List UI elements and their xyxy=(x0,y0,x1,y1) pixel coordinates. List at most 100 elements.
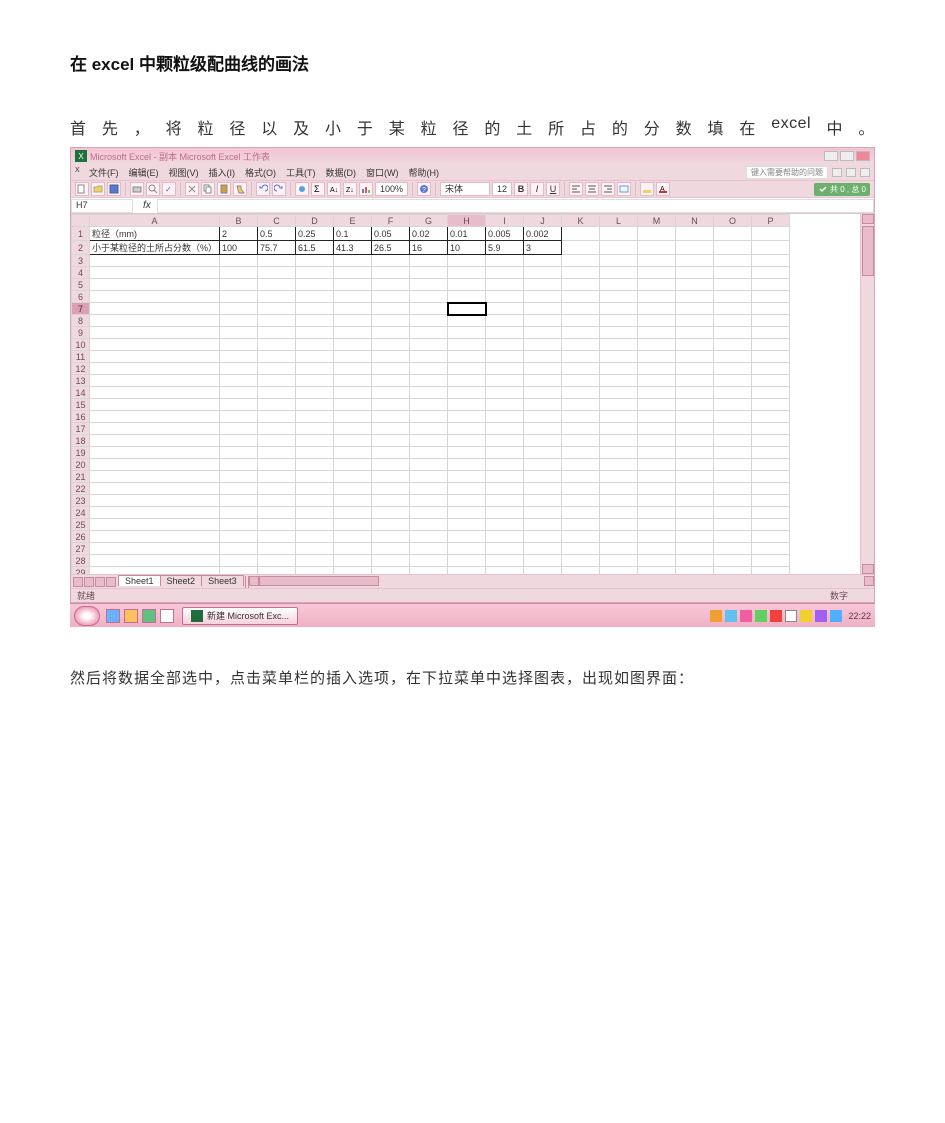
prev-sheet-button[interactable] xyxy=(84,577,94,587)
cell[interactable] xyxy=(220,543,258,555)
cell[interactable] xyxy=(638,315,676,327)
cell[interactable] xyxy=(676,543,714,555)
cell[interactable] xyxy=(296,339,334,351)
fx-label[interactable]: fx xyxy=(143,200,151,211)
column-header[interactable]: D xyxy=(296,215,334,227)
cell[interactable] xyxy=(296,279,334,291)
row-header[interactable]: 12 xyxy=(72,363,90,375)
cell[interactable] xyxy=(676,279,714,291)
cell[interactable] xyxy=(600,255,638,267)
cell[interactable] xyxy=(90,387,220,399)
cell[interactable] xyxy=(334,363,372,375)
cell[interactable] xyxy=(334,507,372,519)
cell[interactable] xyxy=(714,459,752,471)
spreadsheet-grid[interactable]: ABCDEFGHIJKLMNOP1粒径（mm)20.50.250.10.050.… xyxy=(71,214,860,574)
cell[interactable] xyxy=(676,459,714,471)
cell[interactable] xyxy=(90,507,220,519)
cell[interactable] xyxy=(90,459,220,471)
row-header[interactable]: 4 xyxy=(72,267,90,279)
cell[interactable] xyxy=(638,291,676,303)
cell[interactable] xyxy=(676,267,714,279)
cell[interactable] xyxy=(448,363,486,375)
menu-item[interactable]: 编辑(E) xyxy=(129,168,159,178)
tray-icon[interactable] xyxy=(755,610,767,622)
cell[interactable]: 0.05 xyxy=(372,227,410,241)
row-header[interactable]: 9 xyxy=(72,327,90,339)
cell[interactable] xyxy=(372,531,410,543)
column-header[interactable]: K xyxy=(562,215,600,227)
horizontal-scroll-thumb[interactable] xyxy=(259,576,379,586)
cell[interactable] xyxy=(220,483,258,495)
column-header[interactable]: F xyxy=(372,215,410,227)
cell[interactable] xyxy=(372,435,410,447)
cell[interactable] xyxy=(296,315,334,327)
cell[interactable] xyxy=(334,495,372,507)
cell[interactable] xyxy=(752,471,790,483)
cell[interactable] xyxy=(638,255,676,267)
row-header[interactable]: 14 xyxy=(72,387,90,399)
cell[interactable] xyxy=(714,255,752,267)
cell[interactable] xyxy=(90,375,220,387)
paste-icon[interactable] xyxy=(217,182,231,196)
cell[interactable] xyxy=(410,435,448,447)
cell[interactable] xyxy=(638,267,676,279)
cell[interactable] xyxy=(562,339,600,351)
cell[interactable] xyxy=(334,399,372,411)
cell[interactable] xyxy=(486,567,524,575)
cell[interactable] xyxy=(600,375,638,387)
cell[interactable] xyxy=(220,387,258,399)
cell[interactable] xyxy=(448,327,486,339)
cell[interactable] xyxy=(258,531,296,543)
cell[interactable] xyxy=(600,471,638,483)
cell[interactable] xyxy=(410,327,448,339)
cell[interactable] xyxy=(562,543,600,555)
cell[interactable] xyxy=(752,567,790,575)
cell[interactable] xyxy=(562,363,600,375)
cell[interactable] xyxy=(410,459,448,471)
cell[interactable] xyxy=(410,387,448,399)
cell[interactable] xyxy=(676,519,714,531)
quicklaunch-icon[interactable] xyxy=(124,609,138,623)
cell[interactable] xyxy=(448,291,486,303)
menu-item[interactable]: 数据(D) xyxy=(326,168,357,178)
cell[interactable] xyxy=(334,327,372,339)
cell[interactable] xyxy=(410,531,448,543)
cell[interactable] xyxy=(410,303,448,315)
cell[interactable] xyxy=(448,483,486,495)
cell[interactable] xyxy=(752,291,790,303)
cell[interactable] xyxy=(296,435,334,447)
cell[interactable] xyxy=(258,507,296,519)
cell[interactable] xyxy=(486,267,524,279)
mdi-close-button[interactable] xyxy=(860,168,870,177)
cell[interactable] xyxy=(334,543,372,555)
cell[interactable] xyxy=(220,411,258,423)
cell[interactable] xyxy=(296,483,334,495)
row-header[interactable]: 23 xyxy=(72,495,90,507)
cell[interactable] xyxy=(676,555,714,567)
cell[interactable]: 16 xyxy=(410,241,448,255)
cell[interactable] xyxy=(600,483,638,495)
cell[interactable] xyxy=(90,411,220,423)
cell[interactable] xyxy=(90,279,220,291)
cell[interactable] xyxy=(372,339,410,351)
cell[interactable] xyxy=(676,507,714,519)
cell[interactable] xyxy=(752,267,790,279)
cell[interactable] xyxy=(714,227,752,241)
cell[interactable] xyxy=(334,519,372,531)
merge-cells-icon[interactable] xyxy=(617,182,631,196)
cell[interactable] xyxy=(714,495,752,507)
cell[interactable] xyxy=(638,241,676,255)
cell[interactable] xyxy=(372,519,410,531)
cell[interactable] xyxy=(90,363,220,375)
cell[interactable] xyxy=(562,241,600,255)
cell[interactable] xyxy=(410,315,448,327)
cell[interactable] xyxy=(372,387,410,399)
cell[interactable] xyxy=(486,555,524,567)
cell[interactable] xyxy=(296,255,334,267)
cell[interactable] xyxy=(410,351,448,363)
cell[interactable] xyxy=(752,447,790,459)
save-icon[interactable] xyxy=(107,182,121,196)
cell[interactable] xyxy=(524,483,562,495)
cell[interactable] xyxy=(562,411,600,423)
quicklaunch-icon[interactable] xyxy=(106,609,120,623)
